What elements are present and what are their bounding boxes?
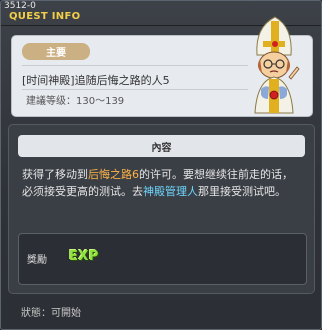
desc-text: 获得了移动到 xyxy=(22,168,88,181)
quest-id-label: 3512-0 xyxy=(4,1,36,11)
window-title: QUEST INFO xyxy=(9,11,81,22)
content-header: 內容 xyxy=(18,135,305,157)
quest-info-window: 3512-0 QUEST INFO 主要 [时间神殿]追随后悔之路的人5 建議等… xyxy=(0,0,322,330)
map-link-highlight[interactable]: 后悔之路6 xyxy=(88,168,139,181)
quest-type-badge: 主要 xyxy=(22,43,90,60)
recommended-level: 建議等级：130～139 xyxy=(26,96,125,107)
desc-text: 那里接受测试吧。 xyxy=(198,185,286,198)
quest-content-panel: 內容 获得了移动到后悔之路6的许可。要想继续往前走的话，必须接受更高的测试。去神… xyxy=(8,124,315,294)
quest-status: 狀態：可開始 xyxy=(21,308,81,319)
npc-link-highlight[interactable]: 神殿管理人 xyxy=(143,185,198,198)
npc-portrait-icon xyxy=(254,16,300,114)
quest-description: 获得了移动到后悔之路6的许可。要想继续往前走的话，必须接受更高的测试。去神殿管理… xyxy=(22,166,302,200)
divider xyxy=(22,89,248,90)
reward-label: 獎勵 xyxy=(27,255,47,266)
exp-reward-icon: EXP xyxy=(69,249,99,264)
reward-box: 獎勵 EXP xyxy=(18,233,307,285)
divider xyxy=(22,65,248,66)
quest-title: [时间神殿]追随后悔之路的人5 xyxy=(22,74,170,87)
